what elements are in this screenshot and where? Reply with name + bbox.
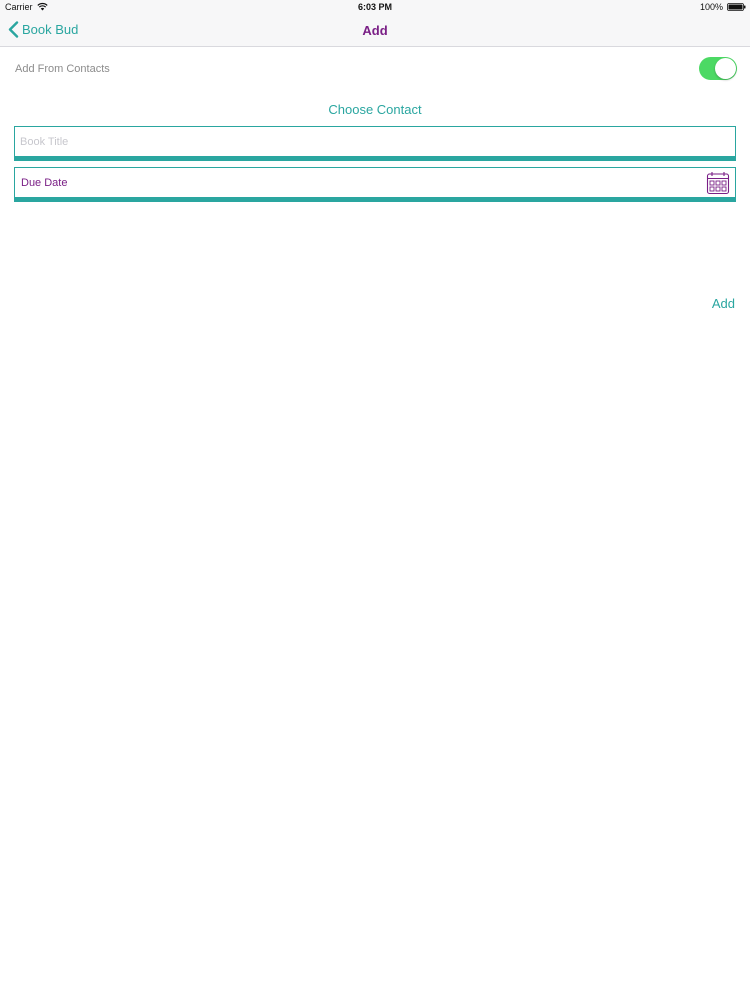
calendar-icon[interactable] [706, 171, 730, 195]
navigation-bar: Book Bud Add [0, 14, 750, 47]
page-title: Add [362, 23, 388, 38]
book-title-input[interactable] [20, 127, 700, 156]
status-time: 6:03 PM [357, 2, 392, 12]
battery-percentage: 100% [699, 2, 723, 12]
due-date-field[interactable]: Due Date [14, 167, 736, 202]
book-title-field [14, 126, 736, 161]
add-from-contacts-label: Add From Contacts [15, 63, 110, 75]
choose-contact-button[interactable]: Choose Contact [0, 102, 750, 117]
battery-icon [727, 3, 746, 11]
add-from-contacts-toggle[interactable] [699, 57, 737, 80]
toggle-knob [715, 58, 736, 79]
add-button[interactable]: Add [712, 296, 735, 311]
status-bar: Carrier 6:03 PM 100% [0, 0, 750, 14]
due-date-label: Due Date [21, 177, 68, 189]
add-from-contacts-row: Add From Contacts [15, 57, 737, 90]
